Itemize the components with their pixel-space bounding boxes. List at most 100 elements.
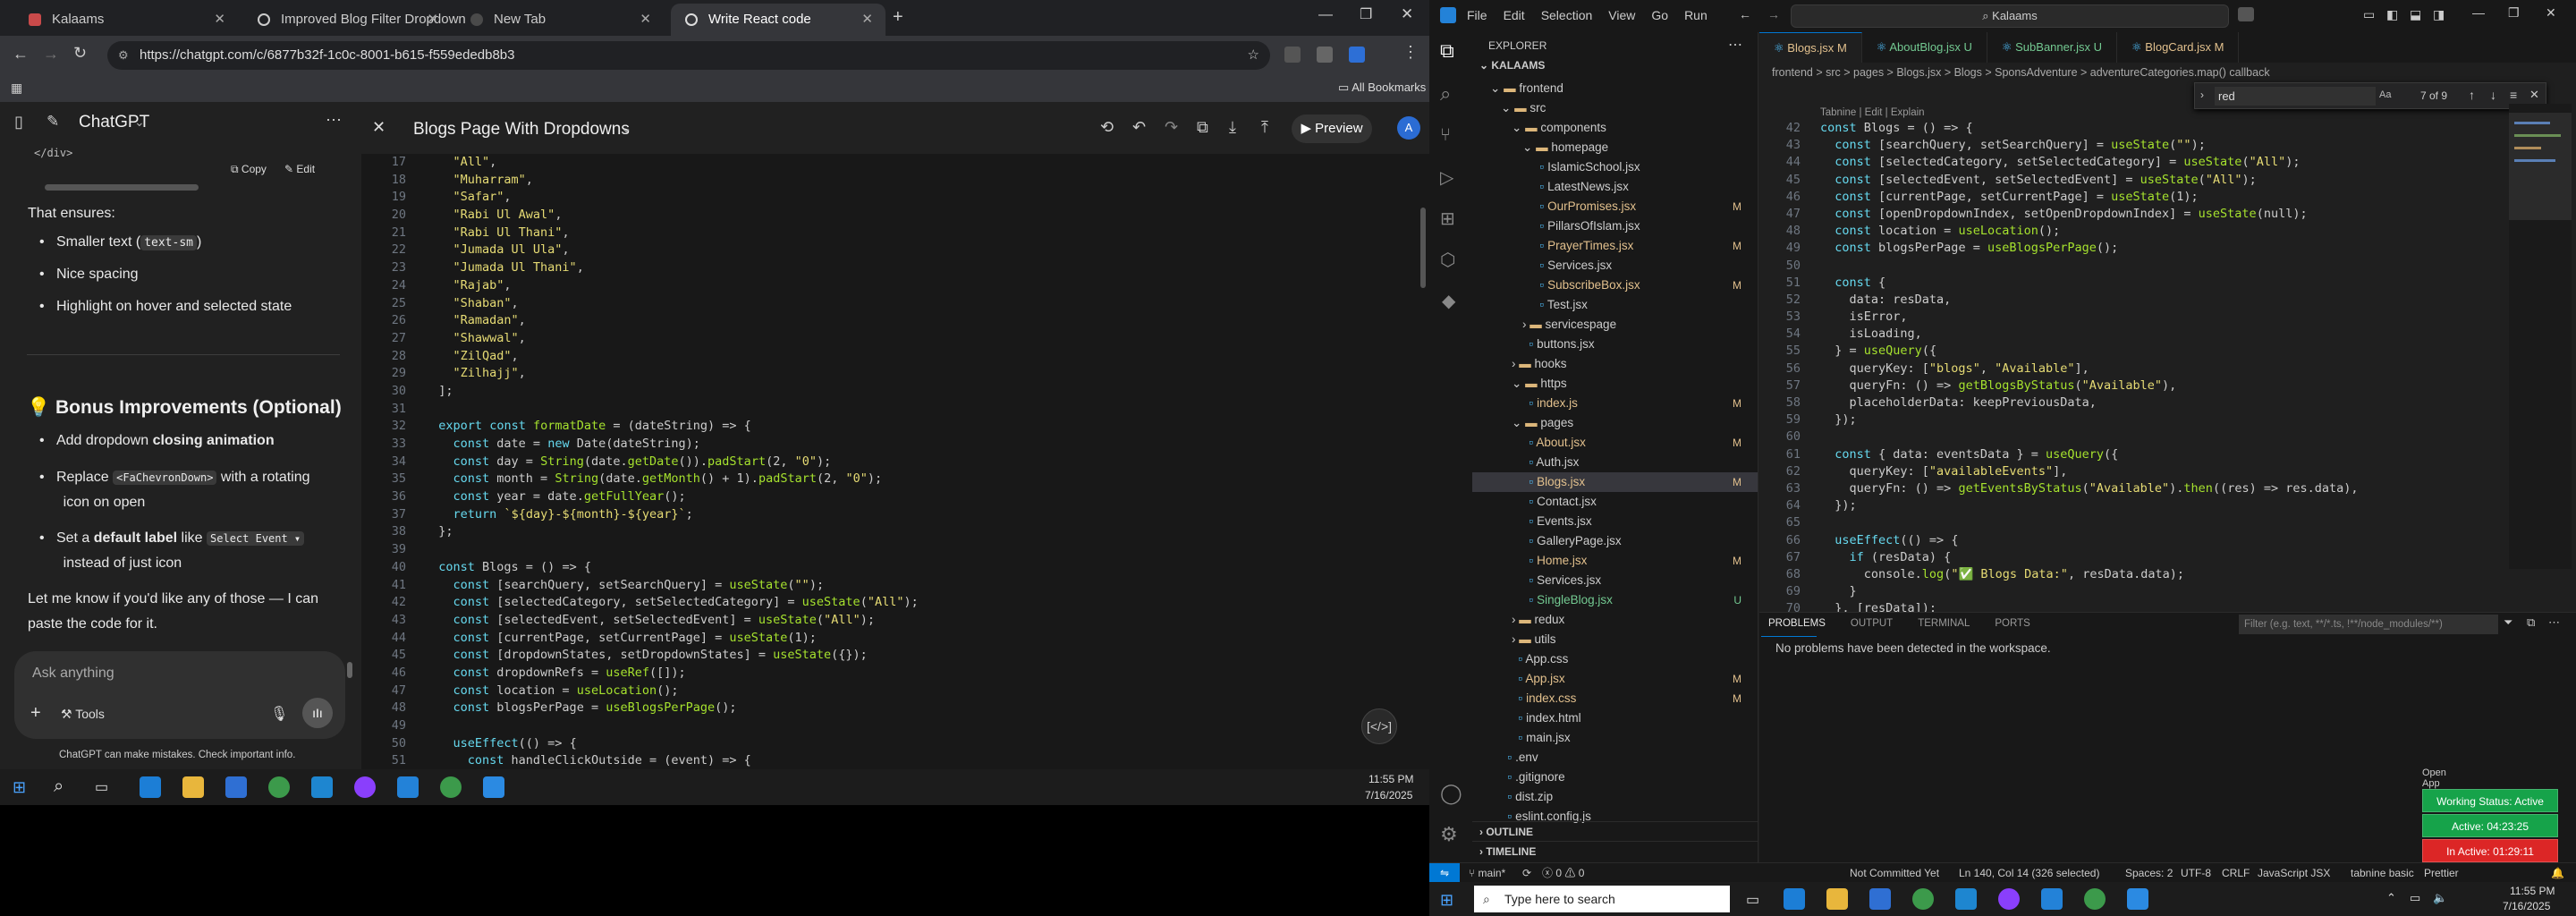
gear-icon[interactable]: ⚙: [1440, 823, 1458, 846]
microphone-icon[interactable]: 🎙: [270, 705, 288, 723]
maximize-icon[interactable]: ❐: [2508, 5, 2520, 21]
folder-item[interactable]: ⌄ ▬ components: [1472, 118, 1758, 138]
close-icon[interactable]: ✕: [214, 4, 225, 36]
bookmark-star-icon[interactable]: ☆: [1248, 41, 1259, 70]
find-input[interactable]: red: [2215, 87, 2376, 106]
editor-tab[interactable]: ⚛ BlogCard.jsx M: [2117, 32, 2240, 63]
extensions-icon[interactable]: ⊞: [1440, 208, 1455, 230]
vscode-taskbar-icon[interactable]: [2041, 888, 2063, 910]
menu-item-run[interactable]: Run: [1684, 8, 1707, 22]
problems-filter-input[interactable]: Filter (e.g. text, **/*.ts, !**/node_mod…: [2239, 615, 2498, 634]
store-icon[interactable]: [225, 776, 247, 798]
folder-item[interactable]: › ▬ redux: [1472, 610, 1758, 630]
more-options-icon[interactable]: ⋯: [2548, 615, 2560, 630]
undo-icon[interactable]: ↶: [1132, 118, 1146, 137]
toggle-secondary-icon[interactable]: ◨: [2433, 7, 2445, 22]
avatar[interactable]: A: [1397, 116, 1420, 140]
project-root[interactable]: ⌄ KALAAMS: [1479, 59, 1545, 72]
file-item[interactable]: ▫ PrayerTimes.jsx M: [1472, 236, 1758, 256]
tray-chevron-icon[interactable]: ⌃: [2386, 891, 2396, 905]
folder-item[interactable]: ⌄ ▬ frontend: [1472, 79, 1758, 98]
chrome-taskbar-icon[interactable]: [1912, 888, 1934, 910]
app-icon[interactable]: [1998, 888, 2020, 910]
folder-item[interactable]: › ▬ servicespage: [1472, 315, 1758, 335]
cursor-position[interactable]: Ln 140, Col 14 (326 selected): [1959, 863, 2099, 883]
chevron-right-icon[interactable]: ›: [2200, 89, 2204, 101]
remote-icon[interactable]: ⬡: [1440, 249, 1455, 271]
extension-icon[interactable]: [1317, 47, 1333, 63]
edge-icon[interactable]: [1784, 888, 1805, 910]
remote-indicator-icon[interactable]: ⇋: [1429, 863, 1460, 883]
file-item[interactable]: ▫ SingleBlog.jsx U: [1472, 590, 1758, 610]
file-item[interactable]: ▫ main.jsx: [1472, 728, 1758, 748]
breadcrumb[interactable]: frontend > src > pages > Blogs.jsx > Blo…: [1772, 66, 2270, 79]
app-icon[interactable]: [1955, 888, 1977, 910]
copy-icon[interactable]: ⧉: [1197, 118, 1208, 137]
file-item[interactable]: ▫ OurPromises.jsx M: [1472, 197, 1758, 216]
preview-button[interactable]: ▶ Preview: [1292, 114, 1372, 143]
file-item[interactable]: ▫ PillarsOfIslam.jsx: [1472, 216, 1758, 236]
chat-input[interactable]: Ask anything: [32, 666, 114, 682]
search-icon[interactable]: ⌕: [1440, 82, 1451, 106]
git-blame[interactable]: Not Committed Yet: [1850, 863, 1939, 883]
download-icon[interactable]: ⤓: [1229, 118, 1236, 137]
timeline-section[interactable]: › TIMELINE: [1472, 841, 1758, 861]
chat-scrollbar[interactable]: [347, 662, 352, 678]
close-window-icon[interactable]: ✕: [1401, 5, 1413, 23]
code-actions-icon[interactable]: [</>]: [1361, 708, 1397, 744]
open-app-link[interactable]: Open App: [2422, 768, 2463, 789]
indentation[interactable]: Spaces: 2: [2125, 863, 2173, 883]
editor-tab[interactable]: ⚛ SubBanner.jsx U: [1987, 32, 2117, 63]
line-endings[interactable]: CRLF: [2222, 863, 2250, 883]
layout-icon[interactable]: ▭: [2363, 7, 2375, 22]
code-canvas[interactable]: 17 "All", 18 "Muharram", 19 "Safar", 20 "Ra…: [361, 154, 1429, 769]
close-window-icon[interactable]: ✕: [2546, 5, 2556, 21]
back-icon[interactable]: ←: [1739, 7, 1751, 21]
prettier-status[interactable]: Prettier: [2424, 863, 2459, 883]
editor-code[interactable]: 42 const Blogs = () => {43 const [searchQ…: [1759, 120, 2359, 617]
file-item[interactable]: ▫ Services.jsx: [1472, 571, 1758, 590]
minimap-viewport[interactable]: [2509, 113, 2572, 220]
task-view-icon[interactable]: ▭: [1746, 891, 1759, 909]
network-icon[interactable]: ▭: [2410, 891, 2420, 905]
minimize-icon[interactable]: —: [1318, 7, 1333, 23]
find-in-selection-icon[interactable]: ≡: [2510, 88, 2517, 102]
folder-item[interactable]: ⌄ ▬ https: [1472, 374, 1758, 394]
file-item[interactable]: ▫ Home.jsx M: [1472, 551, 1758, 571]
bell-icon[interactable]: 🔔: [2551, 863, 2564, 883]
codelens[interactable]: Tabnine | Edit | Explain: [1820, 107, 1925, 118]
arrow-down-icon[interactable]: ↓: [2490, 88, 2496, 102]
arrow-up-icon[interactable]: ↑: [2469, 88, 2475, 102]
redo-icon[interactable]: ↷: [1165, 118, 1178, 137]
account-icon[interactable]: ◯: [1440, 782, 1462, 805]
copilot-icon[interactable]: [2238, 7, 2254, 21]
apps-grid-icon[interactable]: ▦: [11, 81, 22, 96]
search-icon[interactable]: ⌕: [54, 776, 64, 797]
folder-item[interactable]: ⌄ ▬ homepage: [1472, 138, 1758, 157]
minimize-icon[interactable]: —: [2472, 5, 2485, 20]
toggle-panel-icon[interactable]: ⬓: [2410, 7, 2421, 22]
file-item[interactable]: ▫ SubscribeBox.jsx M: [1472, 276, 1758, 295]
problems-indicator[interactable]: ⓧ 0 ⚠ 0: [1542, 863, 1584, 883]
file-item[interactable]: ▫ Contact.jsx: [1472, 492, 1758, 512]
file-item[interactable]: ▫ Test.jsx: [1472, 295, 1758, 315]
menu-item-selection[interactable]: Selection: [1541, 8, 1593, 22]
outline-section[interactable]: › OUTLINE: [1472, 821, 1758, 841]
app-icon[interactable]: [2127, 888, 2148, 910]
panel-tab-problems[interactable]: PROBLEMS: [1768, 618, 1826, 629]
folder-item[interactable]: › ▬ hooks: [1472, 354, 1758, 374]
close-icon[interactable]: ✕: [427, 4, 438, 36]
command-center[interactable]: ⌕ Kalaams: [1791, 4, 2229, 28]
file-item[interactable]: ▫ .gitignore: [1472, 768, 1758, 787]
file-item[interactable]: ▫ dist.zip: [1472, 787, 1758, 807]
file-item[interactable]: ▫ buttons.jsx: [1472, 335, 1758, 354]
edge-icon[interactable]: [140, 776, 161, 798]
menu-kebab-icon[interactable]: ⋮: [1402, 43, 1419, 62]
windows-start-icon[interactable]: ⊞: [13, 778, 26, 797]
file-explorer-icon[interactable]: [182, 776, 204, 798]
run-debug-icon[interactable]: ▷: [1440, 166, 1453, 189]
close-canvas-icon[interactable]: ✕: [372, 118, 386, 137]
language-mode[interactable]: JavaScript JSX: [2258, 863, 2330, 883]
folder-item[interactable]: › ▬ utils: [1472, 630, 1758, 649]
file-item[interactable]: ▫ Blogs.jsx M: [1472, 472, 1758, 492]
